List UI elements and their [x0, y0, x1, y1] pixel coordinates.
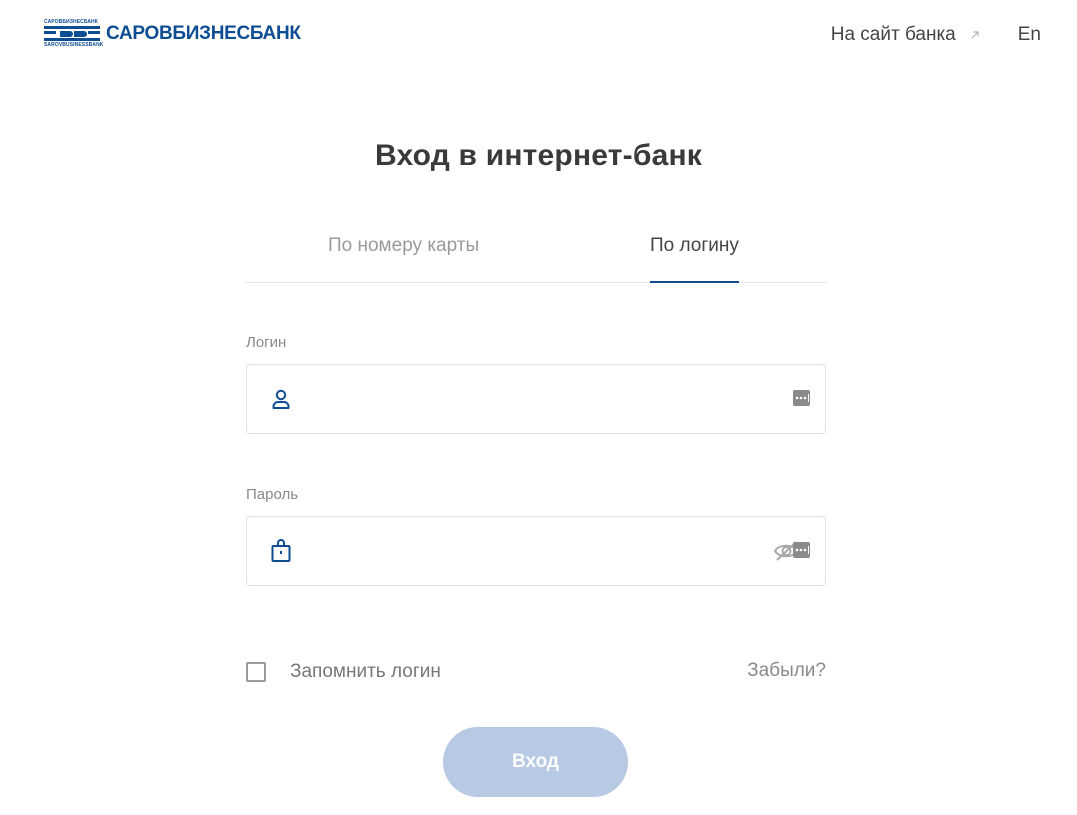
- bank-logo[interactable]: САРОВБИЗНЕСБАНК SAROVBUSINESSBANK САРОВБ…: [44, 20, 301, 48]
- login-method-tabs: По номеру карты По логину: [246, 232, 826, 283]
- page-title: Вход в интернет-банк: [375, 139, 702, 172]
- tab-login[interactable]: По логину: [650, 232, 739, 283]
- language-switch[interactable]: En: [1018, 24, 1041, 46]
- password-field: [246, 516, 826, 586]
- login-page: САРОВБИЗНЕСБАНК SAROVBUSINESSBANK САРОВБ…: [0, 0, 1077, 815]
- bank-logo-mark: САРОВБИЗНЕСБАНК SAROVBUSINESSBANK: [44, 19, 103, 48]
- user-icon: [272, 389, 290, 409]
- bank-logo-text: САРОВБИЗНЕСБАНК: [106, 23, 301, 44]
- password-manager-icon[interactable]: [793, 541, 811, 559]
- bank-site-link[interactable]: На сайт банка: [831, 24, 980, 46]
- password-manager-icon[interactable]: [793, 389, 811, 407]
- login-input[interactable]: [313, 365, 773, 433]
- password-label: Пароль: [246, 486, 299, 503]
- bank-site-link-label: На сайт банка: [830, 24, 956, 45]
- login-field: [246, 364, 826, 434]
- password-input[interactable]: [313, 517, 773, 585]
- remember-login-label: Запомнить логин: [290, 661, 441, 682]
- remember-login[interactable]: Запомнить логин: [246, 661, 441, 683]
- login-submit-button[interactable]: Вход: [443, 727, 628, 797]
- external-arrow-icon: [971, 31, 979, 39]
- login-label: Логин: [246, 334, 287, 351]
- lock-icon: [271, 539, 291, 562]
- forgot-password-link[interactable]: Забыли?: [747, 660, 826, 682]
- logo-small-text-bottom: SAROVBUSINESSBANK: [44, 42, 104, 48]
- remember-login-checkbox[interactable]: [246, 662, 266, 682]
- logo-stripes-icon: [44, 26, 100, 41]
- header-nav: На сайт банка En: [831, 24, 1041, 46]
- logo-small-text-top: САРОВБИЗНЕСБАНК: [44, 19, 98, 25]
- tab-card-number[interactable]: По номеру карты: [328, 232, 479, 282]
